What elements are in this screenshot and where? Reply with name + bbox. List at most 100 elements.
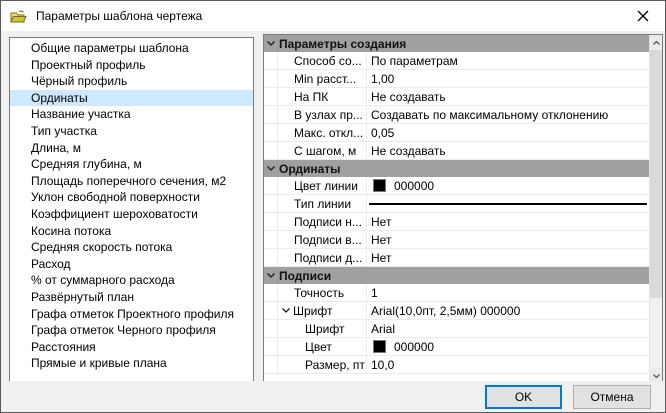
property-row: Цвет линии 000000 <box>264 177 649 195</box>
dialog-footer: OK Отмена <box>1 381 665 412</box>
property-value[interactable]: Нет <box>367 249 649 266</box>
property-value[interactable]: 000000 <box>367 338 649 355</box>
list-item[interactable]: Уклон свободной поверхности <box>10 189 253 206</box>
scroll-up-icon[interactable] <box>650 35 662 50</box>
property-row: Подписи в...Нет <box>264 231 649 249</box>
color-swatch[interactable] <box>373 340 386 353</box>
list-item[interactable]: Средняя скорость потока <box>10 239 253 256</box>
property-row: Цвет 000000 <box>264 338 649 356</box>
property-label: Макс. откл... <box>278 124 367 141</box>
property-value[interactable]: 000000 <box>367 177 649 194</box>
list-item[interactable]: Чёрный профиль <box>10 73 253 90</box>
color-swatch[interactable] <box>373 179 386 192</box>
cancel-button[interactable]: Отмена <box>573 385 651 409</box>
list-item[interactable]: Развёрнутый план <box>10 289 253 306</box>
property-value-text: Не создавать <box>371 144 446 158</box>
property-row: Min расст...1,00 <box>264 70 649 88</box>
property-value[interactable]: Arial <box>367 320 649 337</box>
chevron-down-icon <box>267 41 275 46</box>
property-value[interactable]: По параметрам <box>367 52 649 69</box>
list-item[interactable]: Ординаты <box>10 90 253 107</box>
chevron-down-icon <box>267 273 275 278</box>
section-header[interactable]: Подписи <box>264 267 649 284</box>
vertical-scrollbar[interactable] <box>649 35 662 383</box>
property-label-text: Макс. откл... <box>294 126 363 140</box>
property-value-text: 0,05 <box>371 126 394 140</box>
property-grid: Параметры создания Способ со... По парамет… <box>263 34 663 384</box>
list-item[interactable]: Графа отметок Черного профиля <box>10 322 253 339</box>
list-item[interactable]: Расход <box>10 256 253 273</box>
row-gutter <box>264 70 278 87</box>
property-value[interactable]: Нет <box>367 213 649 230</box>
property-value-text: По параметрам <box>371 54 458 68</box>
section-title: Ординаты <box>279 162 340 176</box>
close-icon[interactable] <box>620 1 665 31</box>
row-gutter <box>264 88 278 105</box>
ok-button[interactable]: OK <box>485 385 562 409</box>
property-value[interactable]: Не создавать <box>367 88 649 105</box>
row-gutter <box>264 142 278 159</box>
chevron-down-icon[interactable] <box>282 308 290 313</box>
property-row: На ПКНе создавать <box>264 88 649 106</box>
row-gutter <box>264 284 278 301</box>
list-item[interactable]: % от суммарного расхода <box>10 272 253 289</box>
list-item[interactable]: Косина потока <box>10 223 253 240</box>
list-item[interactable]: Расстояния <box>10 339 253 356</box>
property-value[interactable]: 1 <box>367 284 649 301</box>
property-label: В узлах пр... <box>278 106 367 123</box>
section-header[interactable]: Ординаты <box>264 160 649 177</box>
property-label-text: Цвет <box>305 340 332 354</box>
property-row: Макс. откл... 0,05 <box>264 124 649 142</box>
property-label-text: Способ со... <box>294 54 362 68</box>
list-item[interactable]: Проектный профиль <box>10 57 253 74</box>
list-item[interactable]: Длина, м <box>10 140 253 157</box>
property-label: С шагом, м <box>278 142 367 159</box>
property-row: С шагом, м Не создавать <box>264 142 649 160</box>
property-value[interactable]: 1,00 <box>367 70 649 87</box>
property-label-text: В узлах пр... <box>294 108 363 122</box>
property-label: Цвет <box>278 338 367 355</box>
row-gutter <box>264 195 278 212</box>
list-item[interactable]: Коэффициент шероховатости <box>10 206 253 223</box>
property-row: Точность1 <box>264 284 649 302</box>
property-value-text: Нет <box>371 233 391 247</box>
list-item[interactable]: Прямые и кривые плана <box>10 355 253 372</box>
row-gutter <box>264 177 278 194</box>
section-header[interactable]: Параметры создания <box>264 35 649 52</box>
property-row: Подписи н... Нет <box>264 213 649 231</box>
property-row: Тип линии <box>264 195 649 213</box>
property-label-text: Подписи н... <box>294 215 362 229</box>
property-value-text: Arial(10,0пт, 2,5мм) 000000 <box>371 304 520 318</box>
window-title: Параметры шаблона чертежа <box>36 9 202 23</box>
list-item[interactable]: Графа отметок Проектного профиля <box>10 306 253 323</box>
list-item[interactable]: Название участка <box>10 106 253 123</box>
property-label: Точность <box>278 284 367 301</box>
row-gutter <box>264 338 278 355</box>
property-value[interactable]: Нет <box>367 231 649 248</box>
line-type-sample[interactable] <box>369 203 647 205</box>
property-label: Подписи н... <box>278 213 367 230</box>
property-value[interactable]: 0,05 <box>367 124 649 141</box>
row-gutter <box>264 249 278 266</box>
property-label: На ПК <box>278 88 367 105</box>
section-title: Подписи <box>279 269 331 283</box>
property-value[interactable] <box>367 195 649 212</box>
property-value[interactable]: Не создавать <box>367 142 649 159</box>
property-label: Шрифт <box>278 320 367 337</box>
property-value-text: 000000 <box>394 340 434 354</box>
list-item[interactable]: Общие параметры шаблона <box>10 40 253 57</box>
property-value[interactable]: Создавать по максимальному отклонению <box>367 106 649 123</box>
property-label-text: Подписи д... <box>294 251 362 265</box>
property-label-text: Цвет линии <box>294 179 358 193</box>
property-value-text: 000000 <box>394 179 434 193</box>
scrollbar-thumb[interactable] <box>650 50 662 298</box>
list-item[interactable]: Тип участка <box>10 123 253 140</box>
property-value[interactable]: Arial(10,0пт, 2,5мм) 000000 <box>367 302 649 319</box>
property-label-text: Размер, пт <box>305 358 365 372</box>
scrollbar-track[interactable] <box>650 50 662 368</box>
list-item[interactable]: Площадь поперечного сечения, м2 <box>10 173 253 190</box>
row-gutter <box>264 52 278 69</box>
property-label-text: Шрифт <box>305 322 344 336</box>
list-item[interactable]: Средняя глубина, м <box>10 156 253 173</box>
property-value[interactable]: 10,0 <box>367 356 649 373</box>
